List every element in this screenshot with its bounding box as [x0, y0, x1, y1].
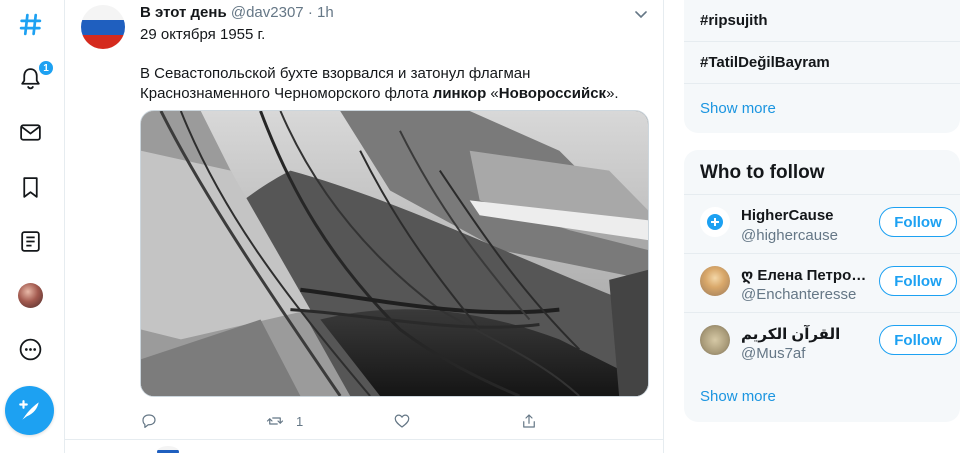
tweet-text-bold: Новороссийск [498, 85, 607, 102]
account-handle[interactable]: @Mus7af [741, 345, 805, 362]
account-name[interactable]: HigherCause [741, 207, 834, 224]
tweet[interactable]: В этот день @dav2307 · 1h 29 октября 195… [65, 0, 663, 440]
account-handle[interactable]: @highercause [741, 227, 838, 244]
tweet-header: В этот день @dav2307 · 1h [140, 4, 334, 21]
notifications-icon[interactable]: 1 [9, 57, 55, 99]
notification-count-badge: 1 [37, 59, 55, 77]
battleship-wreck-photo [141, 111, 648, 396]
retweet-button[interactable]: 1 [266, 410, 303, 432]
reply-button[interactable] [140, 410, 170, 432]
compose-tweet-button[interactable] [5, 386, 54, 435]
trend-hashtag: #TatilDeğilBayram [700, 54, 830, 71]
tweet-photo[interactable] [140, 110, 649, 397]
who-to-follow-show-more-link[interactable]: Show more [700, 388, 776, 405]
who-to-follow-panel: Who to follow HigherCause @highercause F… [684, 150, 960, 422]
trends-show-more-link[interactable]: Show more [700, 100, 776, 117]
heart-icon [394, 414, 410, 428]
tweet-text-part: ». [606, 85, 619, 102]
tweet-date-line: 29 октября 1955 г. [140, 26, 266, 43]
account-name[interactable]: ღ Елена Петро… [741, 266, 866, 284]
like-button[interactable] [393, 410, 423, 432]
lists-icon[interactable] [9, 220, 51, 262]
follow-button[interactable]: Follow [879, 325, 957, 355]
tweet-timestamp[interactable]: 1h [317, 4, 334, 21]
trend-item[interactable]: #ripsujith [684, 0, 960, 42]
trend-hashtag: #ripsujith [700, 12, 768, 29]
more-icon[interactable] [9, 328, 51, 370]
account-name[interactable]: القرآن الكريم [741, 325, 840, 343]
retweet-count: 1 [296, 413, 304, 429]
tweet-text: В Севастопольской бухте взорвался и зато… [140, 64, 640, 104]
tweet-actions: 1 [140, 410, 649, 434]
messages-icon[interactable] [9, 111, 51, 153]
next-tweet-avatar[interactable] [157, 446, 179, 453]
account-avatar[interactable] [700, 325, 730, 355]
account-avatar[interactable] [700, 266, 730, 296]
tweet-text-bold: линкор [432, 85, 487, 102]
account-avatar[interactable] [700, 207, 730, 237]
follow-button[interactable]: Follow [879, 266, 957, 296]
tweet-menu-chevron-down-icon[interactable] [631, 4, 651, 24]
plus-circle-icon [707, 214, 723, 230]
compose-tweet-icon [18, 399, 39, 420]
who-to-follow-title: Who to follow [700, 162, 825, 183]
tweet-author-handle[interactable]: @dav2307 [231, 4, 304, 21]
bookmarks-icon[interactable] [9, 166, 51, 208]
explore-icon[interactable] [9, 3, 51, 45]
share-icon [523, 414, 535, 428]
account-handle[interactable]: @Enchanteresse [741, 286, 856, 303]
trends-panel: #ripsujith #TatilDeğilBayram Show more [684, 0, 960, 133]
share-button[interactable] [520, 410, 538, 432]
profile-avatar[interactable] [9, 274, 51, 316]
tweet-author-name[interactable]: В этот день [140, 4, 227, 21]
tweet-author-avatar[interactable] [81, 5, 125, 49]
tweet-text-part: « [486, 85, 499, 102]
suggested-account[interactable]: HigherCause @highercause Follow [684, 194, 960, 253]
trend-item[interactable]: #TatilDeğilBayram [684, 42, 960, 84]
timeline: В этот день @dav2307 · 1h 29 октября 195… [64, 0, 664, 453]
retweet-icon [266, 417, 284, 425]
reply-icon [142, 414, 156, 428]
follow-button[interactable]: Follow [879, 207, 957, 237]
suggested-account[interactable]: القرآن الكريم @Mus7af Follow [684, 312, 960, 371]
primary-navigation: 1 [0, 0, 64, 453]
tweet-separator: · [307, 4, 313, 21]
suggested-account[interactable]: ღ Елена Петро… @Enchanteresse Follow [684, 253, 960, 312]
